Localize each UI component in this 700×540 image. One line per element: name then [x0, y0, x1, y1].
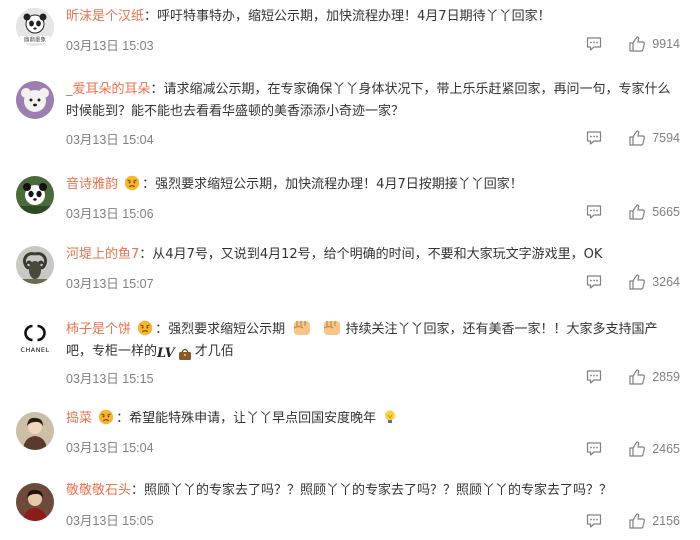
comment-body: 照顾丫丫的专家去了吗？？照顾丫丫的专家去了吗？？照顾丫丫的专家去了吗？？: [144, 483, 613, 498]
username-link[interactable]: 柿子是个饼: [66, 322, 131, 337]
comment-text: _爱耳朵的耳朵：请求缩减公示期，在专家确保丫丫身体状况下，带上乐乐赶紧回家，再问…: [66, 82, 671, 119]
comment-body: 强烈要求缩短公示期，加快流程办理！4月7日按期接丫丫回家！: [155, 177, 523, 192]
comment-actions: 2465: [586, 440, 680, 458]
chanel-logo-avatar-icon: CHANEL: [16, 320, 54, 358]
thumbs-up-icon: [629, 36, 646, 52]
comment-body: 才几佰: [194, 344, 234, 359]
like-button[interactable]: 2156: [628, 512, 680, 530]
comment-actions: 2859: [586, 368, 680, 386]
thumbs-up-icon: [629, 204, 646, 220]
like-count: 5665: [652, 205, 680, 219]
like-count: 2465: [652, 442, 680, 456]
avatar-caption: CHANEL: [20, 346, 49, 354]
timestamp: 03月13日 15:15: [66, 372, 154, 386]
reply-icon[interactable]: [586, 130, 602, 146]
username-link[interactable]: 昕沫是个汉纸: [66, 9, 144, 24]
reply-icon[interactable]: [586, 441, 602, 457]
timestamp: 03月13日 15:07: [66, 277, 154, 291]
timestamp: 03月13日 15:04: [66, 133, 154, 147]
lightbulb-emoji-icon: [385, 410, 396, 423]
panda-avatar-icon: 鼎鼎墨象: [16, 8, 54, 46]
reply-icon[interactable]: [586, 204, 602, 220]
portrait-avatar-icon: [16, 412, 54, 450]
panda-avatar-icon: [16, 176, 54, 214]
reply-icon[interactable]: [586, 513, 602, 529]
thumbs-up-icon: [629, 130, 646, 146]
reply-icon[interactable]: [586, 274, 602, 290]
portrait-avatar-icon: [16, 483, 54, 521]
avatar[interactable]: [16, 246, 54, 284]
comment-actions: 3264: [586, 273, 680, 291]
like-count: 9914: [652, 37, 680, 51]
angry-face-emoji-icon: [124, 175, 140, 191]
ram-avatar-icon: [16, 246, 54, 284]
comment-actions: 5665: [586, 203, 680, 221]
comment-body: 呼吁特事特办，缩短公示期，加快流程办理！4月7日期待丫丫回家！: [157, 9, 551, 24]
like-button[interactable]: 2465: [628, 440, 680, 458]
comment-text: 捣菜 ：希望能特殊申请，让丫丫早点回国安度晚年: [66, 408, 681, 430]
timestamp: 03月13日 15:05: [66, 514, 154, 528]
avatar[interactable]: [16, 483, 54, 521]
fist-emoji-icon: [294, 321, 311, 335]
timestamp: 03月13日 15:03: [66, 39, 154, 53]
like-button[interactable]: 7594: [628, 129, 680, 147]
comment-list: 鼎鼎墨象 昕沫是个汉纸：呼吁特事特办，缩短公示期，加快流程办理！4月7日期待丫丫…: [0, 0, 700, 540]
thumbs-up-icon: [629, 513, 646, 529]
username-link[interactable]: 捣菜: [66, 411, 92, 426]
username-link[interactable]: 河堤上的鱼7: [66, 247, 139, 262]
avatar[interactable]: CHANEL: [16, 320, 54, 358]
avatar[interactable]: [16, 176, 54, 214]
thumbs-up-icon: [629, 369, 646, 385]
reply-icon[interactable]: [586, 369, 602, 385]
angry-face-emoji-icon: [98, 409, 114, 425]
username-link[interactable]: _爱耳朵的耳朵: [66, 82, 151, 97]
avatar[interactable]: [16, 81, 54, 119]
like-button[interactable]: 3264: [628, 273, 680, 291]
timestamp: 03月13日 15:06: [66, 207, 154, 221]
avatar-caption: 鼎鼎墨象: [24, 36, 47, 44]
avatar[interactable]: 鼎鼎墨象: [16, 8, 54, 46]
thumbs-up-icon: [629, 274, 646, 290]
comment-body: 希望能特殊申请，让丫丫早点回国安度晚年: [129, 411, 377, 426]
comment-text: 音诗雅韵 ：强烈要求缩短公示期，加快流程办理！4月7日按期接丫丫回家！: [66, 175, 523, 192]
fist-emoji-icon: [324, 321, 341, 335]
avatar[interactable]: [16, 412, 54, 450]
handbag-emoji-icon: [178, 348, 191, 360]
lv-bag: LV: [157, 343, 195, 365]
timestamp: 03月13日 15:04: [66, 441, 154, 455]
comment-text: 敬敬敬石头：照顾丫丫的专家去了吗？？照顾丫丫的专家去了吗？？照顾丫丫的专家去了吗…: [66, 483, 613, 498]
angry-face-emoji-icon: [137, 320, 153, 336]
like-button[interactable]: 9914: [628, 35, 680, 53]
comment-actions: 2156: [586, 512, 680, 530]
comment-actions: 9914: [586, 35, 680, 53]
like-button[interactable]: 5665: [628, 203, 680, 221]
thumbs-up-icon: [629, 441, 646, 457]
comment-text: 河堤上的鱼7：从4月7号，又说到4月12号，给个明确的时间，不要和大家玩文字游戏…: [66, 247, 603, 262]
comment-body: 从4月7号，又说到4月12号，给个明确的时间，不要和大家玩文字游戏里，OK: [152, 247, 603, 262]
white-dog-avatar-icon: [16, 81, 54, 119]
comment-text: 昕沫是个汉纸：呼吁特事特办，缩短公示期，加快流程办理！4月7日期待丫丫回家！: [66, 9, 551, 24]
like-count: 3264: [652, 275, 680, 289]
username-link[interactable]: 音诗雅韵: [66, 177, 118, 192]
comment-body: 强烈要求缩短公示期: [168, 322, 286, 337]
reply-icon[interactable]: [586, 36, 602, 52]
like-count: 2859: [652, 370, 680, 384]
like-button[interactable]: 2859: [628, 368, 680, 386]
like-count: 2156: [652, 514, 680, 528]
comment-text: 柿子是个饼 ：强烈要求缩短公示期 持续关注丫丫回家，还有美香一家！！大家多支持国…: [66, 316, 681, 365]
comment-actions: 7594: [586, 129, 680, 147]
username-link[interactable]: 敬敬敬石头: [66, 483, 131, 498]
like-count: 7594: [652, 131, 680, 145]
